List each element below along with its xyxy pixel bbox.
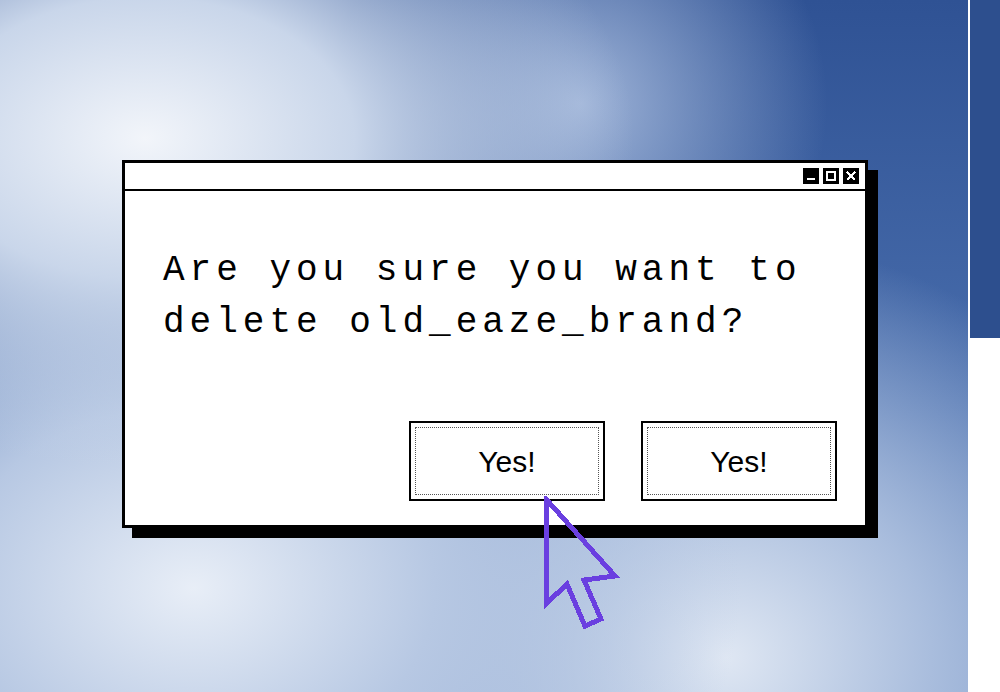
yes-button[interactable]: Yes! (641, 421, 837, 501)
cursor-icon (543, 496, 623, 636)
title-bar (125, 163, 865, 191)
page: Are you sure you want to delete old_eaze… (0, 0, 1000, 692)
button-inner: Yes! (647, 427, 831, 495)
yes-button[interactable]: Yes! (409, 421, 605, 501)
dialog-window: Are you sure you want to delete old_eaze… (122, 160, 868, 528)
dialog-body: Are you sure you want to delete old_eaze… (125, 191, 865, 525)
side-panel-bottom (970, 338, 1000, 692)
side-panel-top (970, 0, 1000, 338)
close-icon[interactable] (843, 168, 859, 184)
maximize-icon[interactable] (823, 168, 839, 184)
button-inner: Yes! (415, 427, 599, 495)
button-row: Yes! Yes! (163, 421, 837, 501)
minimize-icon[interactable] (803, 168, 819, 184)
dialog-message: Are you sure you want to delete old_eaze… (163, 245, 843, 349)
side-panel (968, 0, 1000, 692)
